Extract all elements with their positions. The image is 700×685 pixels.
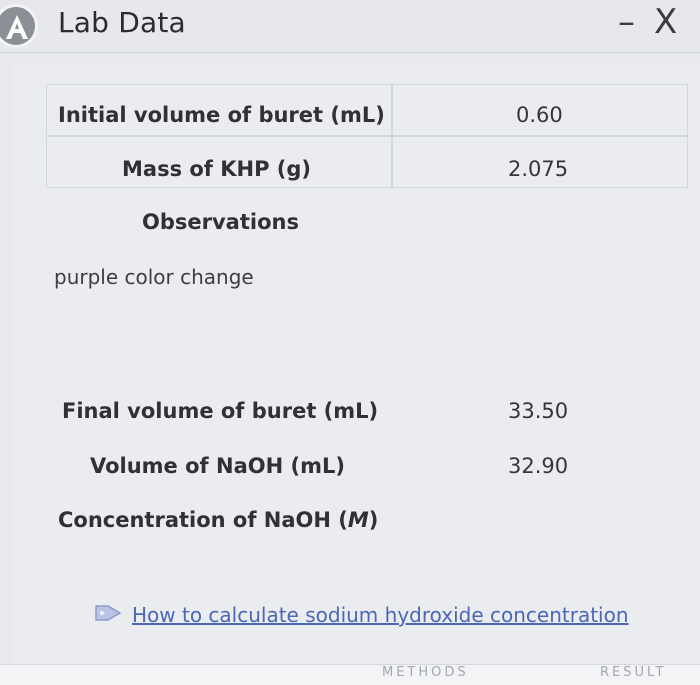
close-button[interactable]: X: [654, 2, 677, 42]
naoh-volume-label: Volume of NaOH (mL): [90, 454, 345, 478]
window-title: Lab Data: [58, 6, 186, 39]
app-badge-icon: [0, 4, 38, 48]
initial-volume-value[interactable]: 0.60: [516, 103, 563, 127]
observations-label: Observations: [142, 210, 299, 234]
lab-data-window: Lab Data – X Initial volume of buret (mL…: [0, 0, 700, 685]
observations-text[interactable]: purple color change: [54, 265, 254, 289]
final-volume-value[interactable]: 33.50: [508, 399, 568, 423]
minimize-button[interactable]: –: [618, 2, 635, 42]
window-titlebar: Lab Data – X: [0, 0, 700, 53]
footer-methods-tab[interactable]: METHODS: [382, 665, 469, 680]
naoh-concentration-label: Concentration of NaOH (M): [58, 508, 379, 532]
initial-volume-label: Initial volume of buret (mL): [58, 103, 385, 127]
naoh-volume-value[interactable]: 32.90: [508, 454, 568, 478]
mass-khp-label: Mass of KHP (g): [122, 157, 312, 181]
tag-icon: [94, 602, 124, 628]
help-link-label[interactable]: How to calculate sodium hydroxide concen…: [132, 603, 629, 627]
footer-strip: METHODS RESULT: [0, 664, 700, 685]
lab-data-content: Initial volume of buret (mL) 0.60 Mass o…: [12, 64, 700, 685]
mass-khp-value[interactable]: 2.075: [508, 157, 568, 181]
footer-result-tab[interactable]: RESULT: [600, 665, 666, 680]
final-volume-label: Final volume of buret (mL): [62, 399, 379, 423]
help-link[interactable]: How to calculate sodium hydroxide concen…: [94, 602, 629, 628]
